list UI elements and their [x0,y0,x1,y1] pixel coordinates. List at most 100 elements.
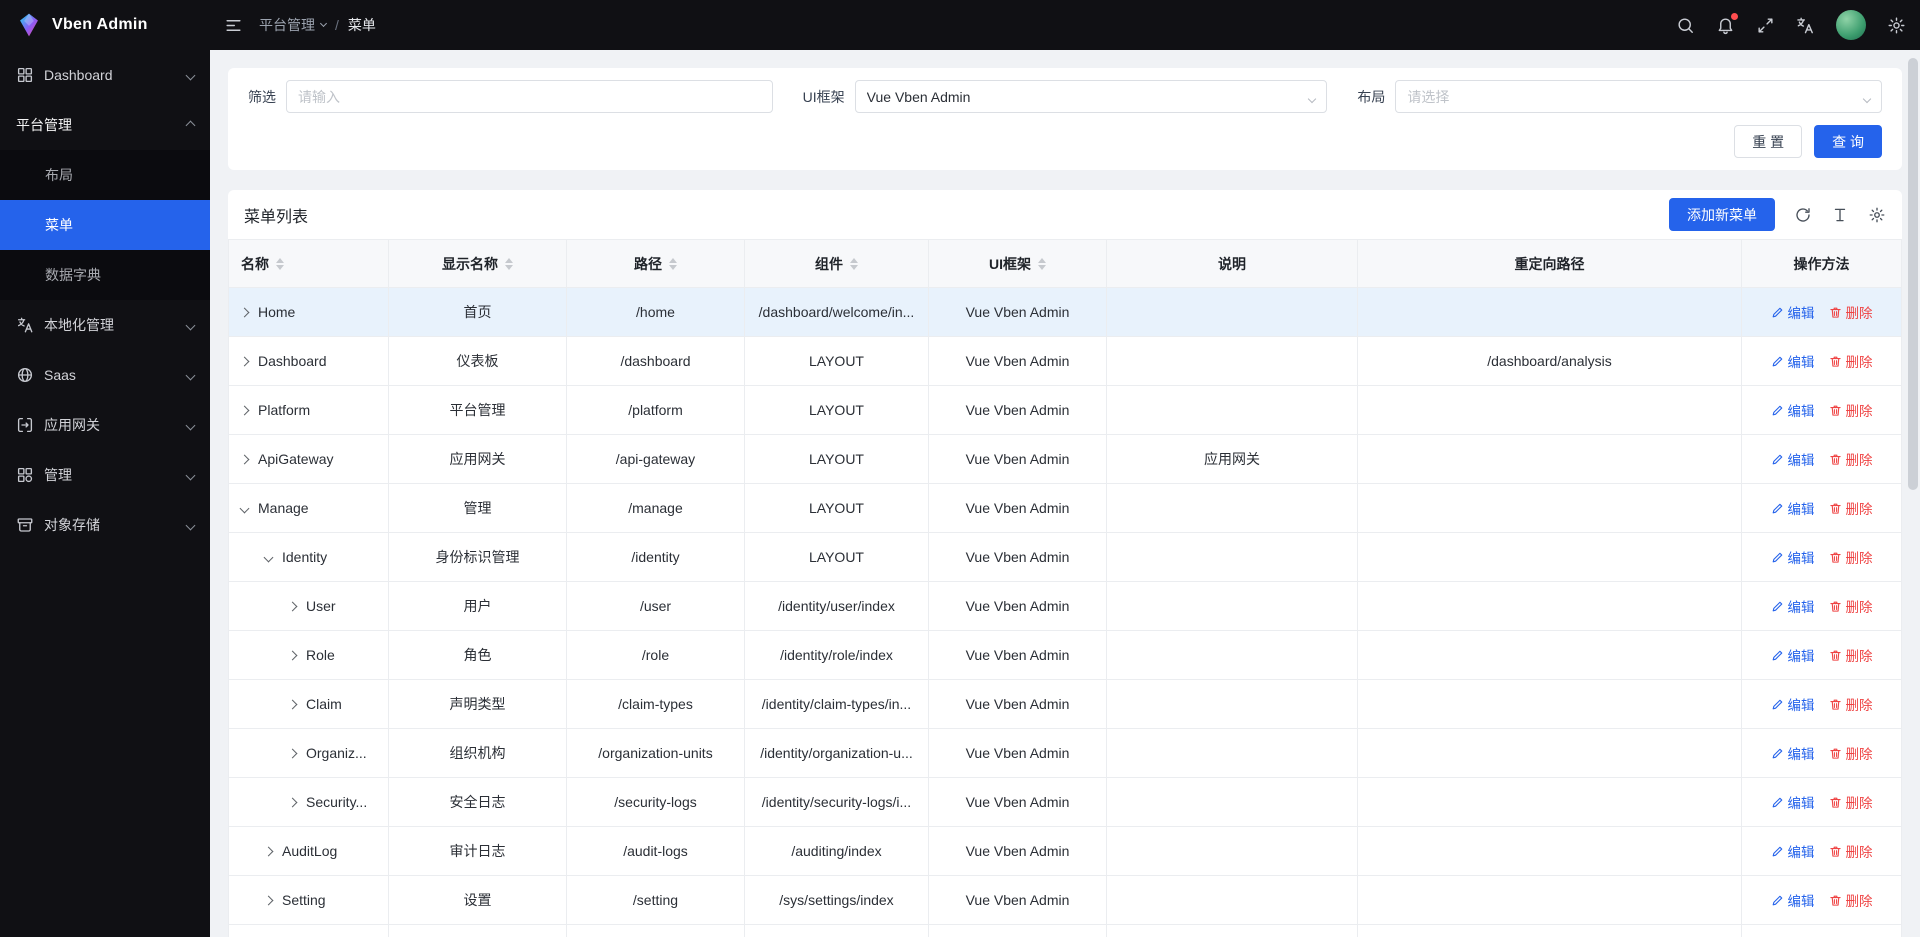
edit-button[interactable]: 编辑 [1771,547,1815,567]
expand-row-icon[interactable] [264,895,274,905]
avatar[interactable] [1836,10,1866,40]
sort-icon[interactable] [505,258,513,270]
table-row[interactable]: Manage管理/manageLAYOUTVue Vben Admin编辑删除 [229,484,1902,533]
collapse-row-icon[interactable] [264,552,274,562]
table-row[interactable]: Role角色/role/identity/role/indexVue Vben … [229,631,1902,680]
reset-button[interactable]: 重 置 [1734,125,1802,158]
edit-button[interactable]: 编辑 [1771,449,1815,469]
expand-row-icon[interactable] [240,307,250,317]
expand-row-icon[interactable] [288,797,298,807]
delete-button[interactable]: 删除 [1829,694,1873,714]
edit-button[interactable]: 编辑 [1771,351,1815,371]
bell-icon[interactable] [1716,16,1735,35]
cell-operations: 编辑删除 [1742,288,1902,337]
translate-icon[interactable] [1796,16,1815,35]
sidebar-item-object-storage[interactable]: 对象存储 [0,500,210,550]
expand-row-icon[interactable] [288,699,298,709]
add-menu-button[interactable]: 添加新菜单 [1669,198,1775,231]
table-row[interactable]: Dashboard仪表板/dashboardLAYOUTVue Vben Adm… [229,337,1902,386]
delete-button[interactable]: 删除 [1829,498,1873,518]
delete-button[interactable]: 删除 [1829,743,1873,763]
sidebar-item-dashboard[interactable]: Dashboard [0,50,210,100]
delete-button[interactable]: 删除 [1829,351,1873,371]
keyword-input[interactable] [298,89,761,105]
edit-button[interactable]: 编辑 [1771,841,1815,861]
sidebar-item-api-gateway[interactable]: 应用网关 [0,400,210,450]
edit-button[interactable]: 编辑 [1771,302,1815,322]
column-header[interactable]: 名称 [229,240,389,288]
expand-row-icon[interactable] [288,650,298,660]
row-height-icon[interactable] [1831,206,1849,224]
delete-button[interactable]: 删除 [1829,302,1873,322]
fullscreen-icon[interactable] [1756,16,1775,35]
sort-icon[interactable] [850,258,858,270]
sort-icon[interactable] [669,258,677,270]
cell-redirect [1358,386,1742,435]
edit-button[interactable]: 编辑 [1771,792,1815,812]
table-row[interactable]: Home首页/home/dashboard/welcome/in...Vue V… [229,288,1902,337]
ui-framework-select[interactable]: Vue Vben Admin [855,80,1328,113]
table-row[interactable]: Platform平台管理/platformLAYOUTVue Vben Admi… [229,386,1902,435]
column-header[interactable]: 显示名称 [389,240,567,288]
delete-button[interactable]: 删除 [1829,645,1873,665]
table-row[interactable]: User用户/user/identity/user/indexVue Vben … [229,582,1902,631]
sidebar-item-label: 管理 [44,465,179,485]
sidebar-item-platform-management[interactable]: 平台管理 [0,100,210,150]
expand-row-icon[interactable] [264,846,274,856]
table-row[interactable]: Identity身份标识管理/identityLAYOUTVue Vben Ad… [229,533,1902,582]
table-row[interactable]: Claim声明类型/claim-types/identity/claim-typ… [229,680,1902,729]
edit-button[interactable]: 编辑 [1771,596,1815,616]
delete-button[interactable]: 删除 [1829,890,1873,910]
edit-button[interactable]: 编辑 [1771,645,1815,665]
breadcrumb-parent[interactable]: 平台管理 [259,15,326,35]
sort-icon[interactable] [276,258,284,270]
edit-button[interactable]: 编辑 [1771,743,1815,763]
cell-component: LAYOUT [745,435,929,484]
search-icon[interactable] [1676,16,1695,35]
edit-button[interactable]: 编辑 [1771,890,1815,910]
settings-icon[interactable] [1887,16,1906,35]
table-row[interactable]: ApiGateway应用网关/api-gatewayLAYOUTVue Vben… [229,435,1902,484]
delete-button[interactable]: 删除 [1829,596,1873,616]
sidebar-item-menu[interactable]: 菜单 [0,200,210,250]
table-row[interactable]: Setting设置/setting/sys/settings/indexVue … [229,876,1902,925]
query-button[interactable]: 查 询 [1814,125,1882,158]
scrollbar-thumb[interactable] [1908,58,1918,490]
sort-icon[interactable] [1038,258,1046,270]
refresh-icon[interactable] [1794,206,1812,224]
expand-row-icon[interactable] [240,405,250,415]
sidebar-collapse-icon[interactable] [224,16,243,35]
cell-name: User [229,582,389,631]
sidebar-item-layout[interactable]: 布局 [0,150,210,200]
sidebar-item-data-dictionary[interactable]: 数据字典 [0,250,210,300]
table-row[interactable]: Security...安全日志/security-logs/identity/s… [229,778,1902,827]
delete-button[interactable]: 删除 [1829,449,1873,469]
table-settings-icon[interactable] [1868,206,1886,224]
edit-button[interactable]: 编辑 [1771,400,1815,420]
expand-row-icon[interactable] [240,356,250,366]
sidebar-item-manage[interactable]: 管理 [0,450,210,500]
sidebar-item-saas[interactable]: Saas [0,350,210,400]
delete-button[interactable]: 删除 [1829,841,1873,861]
delete-icon [1829,698,1842,711]
edit-button[interactable]: 编辑 [1771,694,1815,714]
cell-name: AuditLog [229,827,389,876]
column-header[interactable]: 路径 [567,240,745,288]
column-header[interactable]: 组件 [745,240,929,288]
cell-name: Organiz... [229,729,389,778]
scrollbar[interactable] [1908,52,1918,933]
expand-row-icon[interactable] [288,601,298,611]
edit-button[interactable]: 编辑 [1771,498,1815,518]
logo[interactable]: Vben Admin [0,0,210,50]
sidebar-item-localization[interactable]: 本地化管理 [0,300,210,350]
expand-row-icon[interactable] [240,454,250,464]
delete-button[interactable]: 删除 [1829,400,1873,420]
layout-select[interactable]: 请选择 [1395,80,1882,113]
table-row[interactable]: AuditLog审计日志/audit-logs/auditing/indexVu… [229,827,1902,876]
table-row[interactable]: Organiz...组织机构/organization-units/identi… [229,729,1902,778]
collapse-row-icon[interactable] [240,503,250,513]
expand-row-icon[interactable] [288,748,298,758]
column-header[interactable]: UI框架 [929,240,1107,288]
delete-button[interactable]: 删除 [1829,792,1873,812]
delete-button[interactable]: 删除 [1829,547,1873,567]
